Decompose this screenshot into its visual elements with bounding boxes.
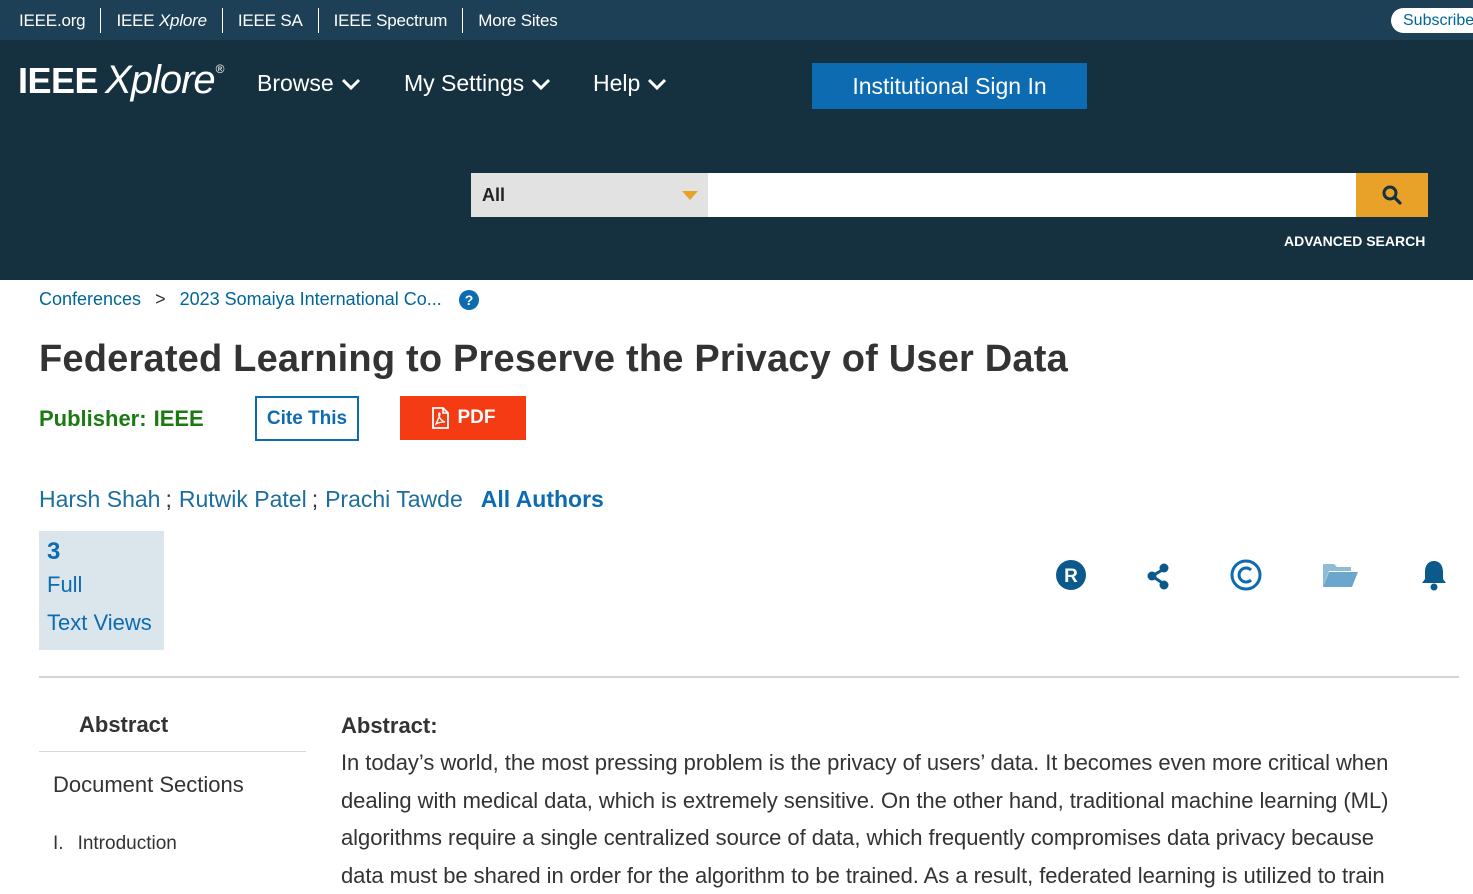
help-icon[interactable]: ? [459, 290, 479, 310]
section-label: Introduction [78, 833, 177, 854]
nav-my-settings[interactable]: My Settings [404, 70, 551, 97]
author-list: Harsh Shah ; Rutwik Patel ; Prachi Tawde… [39, 486, 604, 513]
nav-help-label: Help [593, 70, 640, 97]
logo-ieee-text: IEEE [18, 60, 98, 102]
nav-browse-label: Browse [257, 70, 334, 97]
nav-help[interactable]: Help [593, 70, 667, 97]
sidebar-section-introduction[interactable]: I. Introduction [39, 798, 306, 855]
search-button[interactable] [1356, 173, 1428, 217]
pdf-file-icon [431, 407, 449, 429]
document-action-icons: R [1050, 558, 1460, 594]
author-link[interactable]: Rutwik Patel [179, 486, 307, 513]
author-link[interactable]: Harsh Shah [39, 486, 160, 513]
ieee-sites-links: IEEE.org IEEE Xplore IEEE SA IEEE Spectr… [0, 0, 573, 40]
pdf-label: PDF [458, 407, 496, 429]
breadcrumb-conferences[interactable]: Conferences [39, 289, 141, 310]
section-number: I. [53, 833, 64, 854]
author-link[interactable]: Prachi Tawde [325, 486, 463, 513]
logo-registered-mark: ® [216, 62, 225, 76]
link-ieee-xplore-italic: Xplore [159, 11, 207, 30]
link-ieee-spectrum[interactable]: IEEE Spectrum [319, 8, 464, 33]
chevron-down-icon [531, 77, 551, 91]
document-title: Federated Learning to Preserve the Priva… [39, 338, 1068, 381]
caret-down-icon [682, 191, 698, 200]
link-ieee-sa[interactable]: IEEE SA [223, 8, 319, 33]
abstract-section: Abstract: In today’s world, the most pre… [341, 712, 1431, 894]
nav-my-settings-label: My Settings [404, 70, 524, 97]
breadcrumb-conference-name[interactable]: 2023 Somaiya International Co... [180, 289, 442, 310]
search-bar: All [471, 173, 1428, 217]
advanced-search-link[interactable]: ADVANCED SEARCH [1284, 233, 1425, 249]
publisher-name: IEEE [154, 406, 204, 431]
abstract-line: algorithms require a single centralized … [341, 819, 1431, 857]
full-text-views-metric[interactable]: 3 Full Text Views [39, 531, 164, 650]
folder-icon[interactable] [1321, 558, 1359, 592]
all-authors-link[interactable]: All Authors [481, 486, 604, 513]
rights-icon[interactable]: R [1055, 558, 1087, 592]
pdf-button[interactable]: PDF [400, 396, 526, 440]
logo-xplore-text: Xplore [105, 58, 215, 103]
metric-label-line-2: Text Views [47, 604, 164, 642]
publisher-label: Publisher: [39, 406, 147, 431]
breadcrumb-separator: > [155, 289, 166, 310]
link-ieee-xplore-prefix: IEEE [116, 11, 154, 30]
svg-text:?: ? [464, 292, 473, 308]
document-sidebar: Abstract Document Sections I. Introductio… [39, 700, 306, 855]
search-input[interactable] [708, 173, 1356, 217]
institutional-sign-in-button[interactable]: Institutional Sign In [812, 63, 1087, 109]
cite-this-button[interactable]: Cite This [255, 396, 359, 441]
ieee-xplore-logo[interactable]: IEEE Xplore ® [18, 58, 225, 103]
search-scope-value: All [482, 185, 505, 206]
section-divider [39, 676, 1459, 678]
subscribe-button[interactable]: Subscribe [1391, 8, 1473, 33]
link-ieee-org[interactable]: IEEE.org [0, 8, 101, 33]
top-utility-bar: IEEE.org IEEE Xplore IEEE SA IEEE Spectr… [0, 0, 1473, 40]
publisher-info: Publisher: IEEE [39, 406, 204, 432]
search-scope-select[interactable]: All [471, 173, 708, 217]
author-separator: ; [312, 486, 318, 513]
site-header: IEEE Xplore ® Browse My Settings Help In… [0, 40, 1473, 280]
copyright-icon[interactable] [1229, 558, 1263, 592]
abstract-text: In today’s world, the most pressing prob… [341, 744, 1431, 894]
chevron-down-icon [341, 77, 361, 91]
abstract-line: data must be shared in order for the alg… [341, 857, 1431, 894]
sidebar-abstract-link[interactable]: Abstract [39, 700, 306, 752]
abstract-line: In today’s world, the most pressing prob… [341, 744, 1431, 782]
svg-text:R: R [1064, 566, 1078, 587]
breadcrumb: Conferences > 2023 Somaiya International… [39, 289, 479, 310]
abstract-line: dealing with medical data, which is extr… [341, 782, 1431, 820]
author-separator: ; [165, 486, 171, 513]
search-icon [1382, 185, 1402, 205]
alert-bell-icon[interactable] [1419, 558, 1449, 592]
metric-value: 3 [47, 538, 164, 566]
metric-label-line-1: Full [47, 566, 164, 604]
abstract-heading: Abstract: [341, 712, 1431, 740]
share-icon[interactable] [1145, 558, 1173, 592]
sidebar-document-sections-heading: Document Sections [39, 752, 306, 798]
chevron-down-icon [647, 77, 667, 91]
link-ieee-xplore[interactable]: IEEE Xplore [101, 8, 222, 33]
link-more-sites[interactable]: More Sites [463, 8, 572, 33]
nav-browse[interactable]: Browse [257, 70, 361, 97]
